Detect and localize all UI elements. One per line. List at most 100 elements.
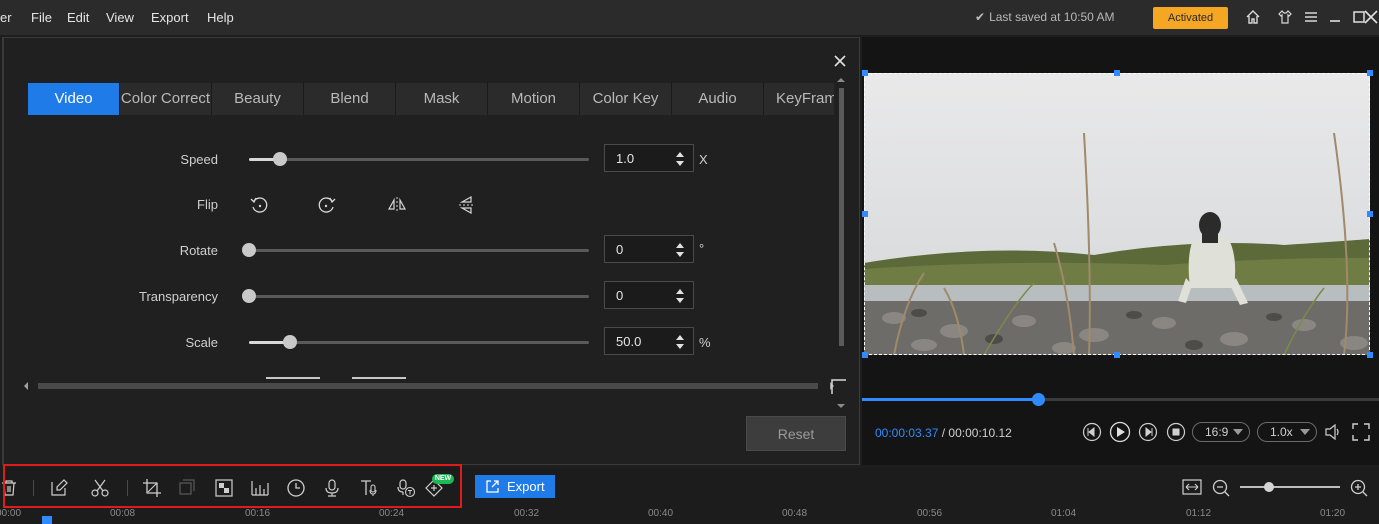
- resize-handle[interactable]: [1367, 211, 1373, 217]
- playhead[interactable]: [42, 516, 52, 524]
- fullscreen-icon[interactable]: [1351, 422, 1371, 442]
- transparency-slider-knob[interactable]: [242, 289, 256, 303]
- total-time: 00:00:10.12: [948, 426, 1012, 440]
- speed-stepper-icon[interactable]: [675, 150, 685, 168]
- resize-handle[interactable]: [862, 70, 868, 76]
- ruler-tick: 00:40: [648, 508, 674, 519]
- ruler-tick: 01:20: [1320, 508, 1346, 519]
- rotate-label: Rotate: [179, 243, 218, 258]
- resize-handle[interactable]: [862, 211, 868, 217]
- flip-horizontal-icon[interactable]: [386, 194, 408, 216]
- scale-slider-knob[interactable]: [282, 335, 297, 349]
- rotate-slider[interactable]: [242, 243, 589, 257]
- speed-unit: X: [699, 152, 708, 167]
- timeline-zoom-knob[interactable]: [1264, 482, 1274, 492]
- menu-edit[interactable]: Edit: [67, 10, 89, 25]
- zoom-in-icon[interactable]: [1349, 478, 1369, 498]
- volume-icon[interactable]: [1323, 422, 1343, 442]
- ruler-tick: 00:16: [245, 508, 271, 519]
- tab-video[interactable]: Video: [28, 83, 120, 115]
- rotate-right-icon[interactable]: [316, 194, 338, 216]
- rotate-input[interactable]: 0: [604, 235, 694, 263]
- tab-mask[interactable]: Mask: [396, 83, 488, 115]
- rotate-unit: °: [699, 241, 705, 256]
- flip-vertical-icon[interactable]: [456, 194, 478, 216]
- tab-keyframe[interactable]: KeyFram: [764, 83, 834, 115]
- export-button[interactable]: Export: [475, 475, 555, 498]
- scale-value: 50.0: [616, 334, 642, 349]
- close-window-icon[interactable]: [1362, 8, 1379, 26]
- resize-handle[interactable]: [1367, 70, 1373, 76]
- ruler-tick: 01:04: [1051, 508, 1077, 519]
- hidden-control-edge: [352, 377, 406, 379]
- previous-frame-icon[interactable]: [1082, 422, 1102, 442]
- rotate-slider-knob[interactable]: [242, 243, 256, 257]
- current-time: 00:00:03.37: [875, 426, 939, 440]
- chevron-down-icon: [1300, 429, 1310, 435]
- time-display: 00:00:03.37 / 00:00:10.12: [875, 426, 1012, 440]
- transparency-label: Transparency: [139, 289, 218, 304]
- stop-icon[interactable]: [1166, 422, 1186, 442]
- fit-timeline-icon[interactable]: [1181, 476, 1203, 498]
- activated-badge[interactable]: Activated: [1153, 7, 1228, 29]
- transparency-input[interactable]: 0: [604, 281, 694, 309]
- menu-help[interactable]: Help: [207, 10, 234, 25]
- transparency-slider[interactable]: [242, 289, 589, 303]
- ruler-tick: 00:24: [379, 508, 405, 519]
- shirt-icon[interactable]: [1276, 8, 1294, 26]
- timeline-zoom-slider[interactable]: [1240, 482, 1340, 492]
- rotate-stepper-icon[interactable]: [675, 241, 685, 259]
- ruler-tick: 00:00: [0, 508, 22, 519]
- ruler-tick: 00:08: [110, 508, 136, 519]
- home-icon[interactable]: [1244, 8, 1262, 26]
- panel-close-icon[interactable]: [832, 53, 848, 69]
- tab-audio[interactable]: Audio: [672, 83, 764, 115]
- resize-handle[interactable]: [1114, 70, 1120, 76]
- menubar: er File Edit View Export Help ✔ Last save…: [0, 0, 1379, 35]
- property-tabs: Video Color Correct Beauty Blend Mask Mo…: [28, 83, 834, 115]
- transparency-stepper-icon[interactable]: [675, 287, 685, 305]
- playback-speed-select[interactable]: 1.0x: [1257, 422, 1317, 442]
- preview-area: 00:00:03.37 / 00:00:10.12 16:9 1.0x: [862, 37, 1379, 465]
- menu-view[interactable]: View: [106, 10, 134, 25]
- hidden-control-edge: [266, 377, 320, 379]
- reset-button[interactable]: Reset: [746, 416, 846, 451]
- new-badge: NEW: [432, 474, 454, 484]
- resize-handle[interactable]: [1114, 352, 1120, 358]
- speed-input[interactable]: 1.0: [604, 144, 694, 172]
- resize-handle[interactable]: [1367, 352, 1373, 358]
- next-frame-icon[interactable]: [1138, 422, 1158, 442]
- aspect-ratio-select[interactable]: 16:9: [1192, 422, 1250, 442]
- playback-progress-bar[interactable]: [862, 393, 1379, 406]
- minimize-icon[interactable]: [1326, 8, 1344, 26]
- play-icon[interactable]: [1109, 421, 1131, 443]
- scale-input[interactable]: 50.0: [604, 327, 694, 355]
- ruler-tick: 00:48: [782, 508, 808, 519]
- tab-color-correct[interactable]: Color Correct: [120, 83, 212, 115]
- playback-progress-knob[interactable]: [1031, 393, 1045, 406]
- rotate-value: 0: [616, 242, 624, 257]
- speed-slider[interactable]: [249, 152, 589, 166]
- tab-color-key[interactable]: Color Key: [580, 83, 672, 115]
- horizontal-scrollbar[interactable]: [22, 380, 836, 392]
- menu-file[interactable]: File: [31, 10, 52, 25]
- menu-export[interactable]: Export: [151, 10, 189, 25]
- zoom-out-icon[interactable]: [1211, 478, 1231, 498]
- resize-handle[interactable]: [862, 352, 868, 358]
- tab-motion[interactable]: Motion: [488, 83, 580, 115]
- tab-blend[interactable]: Blend: [304, 83, 396, 115]
- speed-slider-knob[interactable]: [272, 152, 287, 166]
- scale-stepper-icon[interactable]: [675, 333, 685, 351]
- save-status-text: Last saved at 10:50 AM: [989, 10, 1115, 24]
- vertical-scrollbar[interactable]: [836, 78, 846, 408]
- hamburger-menu-icon[interactable]: [1302, 8, 1320, 26]
- speed-value: 1.0: [616, 151, 635, 166]
- timeline-ruler[interactable]: 00:00 00:08 00:16 00:24 00:32 00:40 00:4…: [0, 508, 1379, 524]
- resize-corner-icon[interactable]: [830, 378, 846, 394]
- properties-panel: Video Color Correct Beauty Blend Mask Mo…: [2, 37, 860, 465]
- scale-slider[interactable]: [249, 335, 589, 349]
- ruler-tick: 01:12: [1186, 508, 1212, 519]
- tab-beauty[interactable]: Beauty: [212, 83, 304, 115]
- rotate-left-icon[interactable]: [248, 194, 270, 216]
- scale-unit: %: [699, 335, 711, 350]
